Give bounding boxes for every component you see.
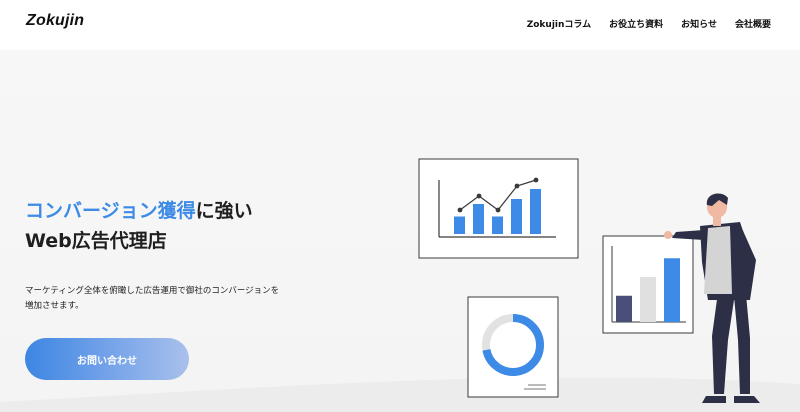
main-chart-card: [418, 158, 579, 259]
chart-point: [514, 183, 520, 189]
hero-illustration: [418, 158, 760, 403]
main-chart-bar: [530, 189, 541, 234]
chart-point: [457, 207, 463, 213]
main-chart-bar: [454, 216, 465, 234]
donut-chart-card: [467, 296, 559, 398]
chart-point: [495, 207, 501, 213]
main-chart-bar: [492, 216, 503, 234]
side-chart-bar: [664, 258, 680, 322]
side-chart-bar: [640, 277, 656, 322]
side-chart-bar: [616, 295, 632, 322]
main-chart-bar: [473, 204, 484, 234]
chart-point: [476, 193, 482, 199]
chart-point: [533, 177, 539, 183]
side-chart-card: [602, 235, 694, 334]
main-chart-bar: [511, 199, 522, 234]
